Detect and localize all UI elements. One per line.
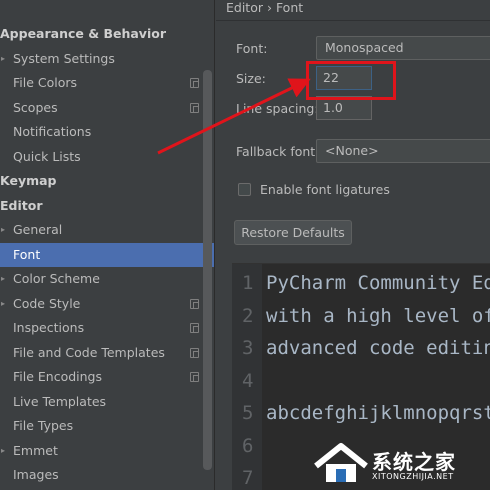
sidebar-item-label: Editor	[0, 197, 43, 213]
sidebar-item-label: Keymap	[0, 173, 57, 188]
sidebar-item-quick-lists[interactable]: Quick Lists	[0, 145, 214, 169]
expand-arrow-icon[interactable]: ▸	[1, 47, 5, 71]
sidebar-item-label: Inspections	[13, 320, 85, 335]
preview-code-line: PyCharm Community Edi	[266, 272, 490, 294]
preview-code-line: abcdefghijklmnopqrstu	[266, 402, 490, 424]
watermark-url: XITONGZHIJIA.NET	[372, 472, 454, 481]
line-number: 4	[242, 369, 254, 392]
line-spacing-label: Line spacing:	[236, 101, 319, 116]
sidebar-item-general[interactable]: ▸ General	[0, 218, 214, 242]
fallback-font-label: Fallback font:	[236, 144, 320, 159]
house-logo-icon	[314, 443, 368, 482]
breadcrumb: Editor › Font	[226, 0, 304, 15]
project-scope-icon	[190, 323, 199, 333]
sidebar-item-label: File Colors	[13, 75, 78, 90]
sidebar-item-label: Code Style	[13, 295, 81, 311]
ligatures-label: Enable font ligatures	[260, 182, 390, 197]
sidebar-item-file-and-code-templates[interactable]: File and Code Templates	[0, 341, 214, 365]
project-scope-icon	[190, 78, 199, 88]
sidebar-item-label: Quick Lists	[13, 148, 81, 164]
line-number: 1	[242, 272, 254, 294]
sidebar-item-images[interactable]: Images	[0, 463, 214, 487]
sidebar-item-file-colors[interactable]: File Colors	[0, 71, 214, 95]
fallback-font-combobox[interactable]: <None>	[316, 139, 490, 163]
sidebar-item-scopes[interactable]: Scopes	[0, 96, 214, 120]
sidebar-item-label: Appearance & Behavior	[0, 26, 166, 41]
sidebar-item-label: Images	[13, 467, 59, 482]
sidebar-item-label: Font	[13, 246, 41, 262]
font-label: Font:	[236, 41, 268, 56]
size-label: Size:	[236, 71, 266, 86]
preview-code-line: advanced code editing	[266, 337, 490, 359]
expand-arrow-icon[interactable]: ▸	[1, 439, 5, 463]
sidebar-item-label: General	[13, 222, 63, 237]
settings-sidebar: Appearance & Behavior ▸ System Settings Fil…	[0, 0, 215, 490]
divider	[216, 20, 490, 21]
sidebar-item-emmet[interactable]: ▸ Emmet	[0, 439, 214, 463]
sidebar-item-label: Live Templates	[13, 393, 107, 409]
sidebar-item-label: Notifications	[13, 124, 92, 139]
sidebar-item-file-types[interactable]: File Types	[0, 414, 214, 438]
sidebar-item-color-scheme[interactable]: ▸ Color Scheme	[0, 267, 214, 291]
project-scope-icon	[190, 298, 199, 309]
sidebar-item-label: File Encodings	[13, 369, 103, 384]
line-number: 7	[242, 467, 254, 489]
sidebar-item-font[interactable]: Font	[0, 242, 214, 267]
sidebar-item-label: File and Code Templates	[13, 344, 165, 360]
project-scope-icon	[190, 372, 199, 382]
line-number: 3	[242, 337, 254, 359]
sidebar-item-editor[interactable]: Editor	[0, 194, 214, 218]
font-combobox[interactable]: Monospaced	[316, 36, 490, 60]
fallback-font-value: <None>	[325, 143, 379, 158]
line-number: 6	[242, 434, 254, 457]
line-number: 5	[242, 402, 254, 424]
font-combobox-value: Monospaced	[325, 40, 404, 55]
sidebar-item-notifications[interactable]: Notifications	[0, 120, 214, 144]
project-scope-icon	[190, 347, 199, 358]
watermark: 系统之家 XITONGZHIJIA.NET	[310, 438, 490, 490]
line-number: 2	[242, 304, 254, 327]
restore-defaults-button[interactable]: Restore Defaults	[234, 220, 352, 245]
expand-arrow-icon[interactable]: ▸	[1, 292, 5, 316]
sidebar-item-label: Color Scheme	[13, 271, 100, 286]
sidebar-item-live-templates[interactable]: Live Templates	[0, 390, 214, 414]
preview-code-line: with a high level of	[266, 304, 490, 327]
sidebar-item-label: System Settings	[13, 50, 115, 66]
sidebar-item-label: Scopes	[13, 99, 58, 115]
sidebar-item-file-encodings[interactable]: File Encodings	[0, 365, 214, 389]
sidebar-scrollbar[interactable]	[203, 70, 212, 470]
ligatures-checkbox[interactable]	[238, 183, 251, 196]
annotation-highlight-box	[306, 61, 396, 100]
sidebar-item-inspections[interactable]: Inspections	[0, 316, 214, 340]
watermark-title: 系统之家	[372, 450, 456, 474]
sidebar-item-label: File Types	[13, 418, 74, 433]
sidebar-item-system-settings[interactable]: ▸ System Settings	[0, 47, 214, 71]
sidebar-item-label: Emmet	[13, 442, 58, 458]
sidebar-item-appearance-behavior[interactable]: Appearance & Behavior	[0, 22, 214, 46]
expand-arrow-icon[interactable]: ▸	[1, 218, 5, 242]
sidebar-item-code-style[interactable]: ▸ Code Style	[0, 292, 214, 316]
expand-arrow-icon[interactable]: ▸	[1, 267, 5, 291]
sidebar-item-keymap[interactable]: Keymap	[0, 169, 214, 193]
project-scope-icon	[190, 102, 199, 113]
